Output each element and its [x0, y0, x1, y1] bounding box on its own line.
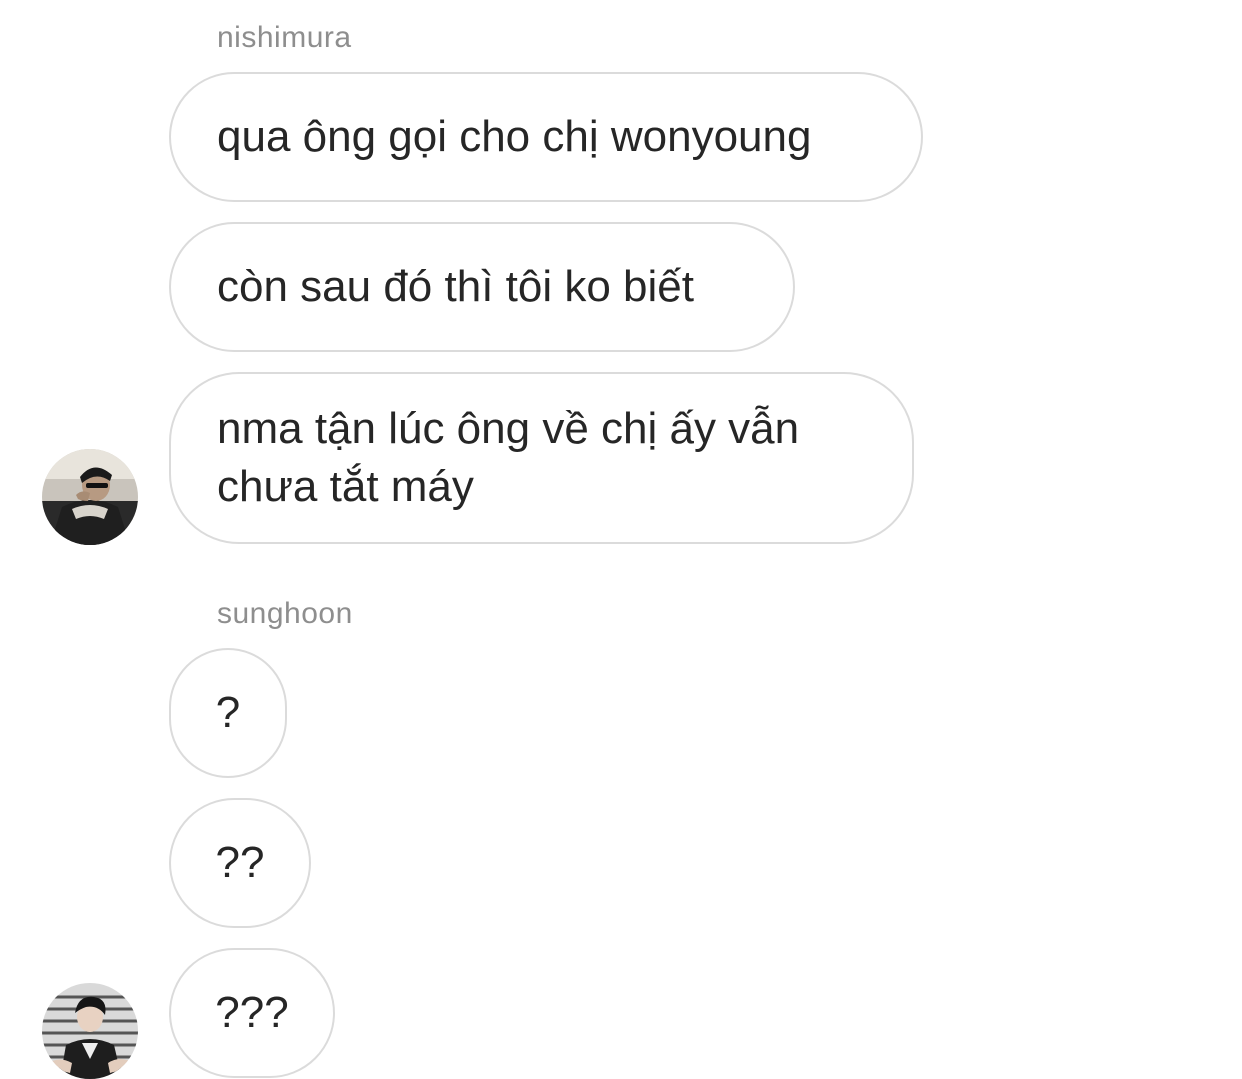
message-bubble[interactable]: ??	[169, 798, 311, 928]
user-avatar-photo-icon	[42, 449, 138, 545]
message-text: ??	[215, 838, 265, 887]
message-text: ?	[215, 688, 241, 737]
message-bubble[interactable]: qua ông gọi cho chị wonyoung	[169, 72, 923, 202]
sender-name-nishimura: nishimura	[217, 21, 352, 54]
message-bubble[interactable]: ???	[169, 948, 335, 1078]
message-bubble[interactable]: ?	[169, 648, 287, 778]
avatar-sunghoon[interactable]	[42, 983, 138, 1079]
message-text: qua ông gọi cho chị wonyoung	[217, 112, 812, 161]
message-text: nma tận lúc ông về chị ấy vẫn chưa tắt m…	[217, 404, 800, 511]
chat-thread: nishimura qua ông gọi cho chị wonyoung c…	[0, 0, 1242, 1079]
user-avatar-photo-icon	[42, 983, 138, 1079]
message-bubble[interactable]: nma tận lúc ông về chị ấy vẫn chưa tắt m…	[169, 372, 914, 544]
avatar-nishimura[interactable]	[42, 449, 138, 545]
message-bubble[interactable]: còn sau đó thì tôi ko biết	[169, 222, 795, 352]
message-text: ???	[215, 988, 289, 1037]
sender-name-sunghoon: sunghoon	[217, 597, 353, 630]
message-text: còn sau đó thì tôi ko biết	[217, 262, 694, 311]
